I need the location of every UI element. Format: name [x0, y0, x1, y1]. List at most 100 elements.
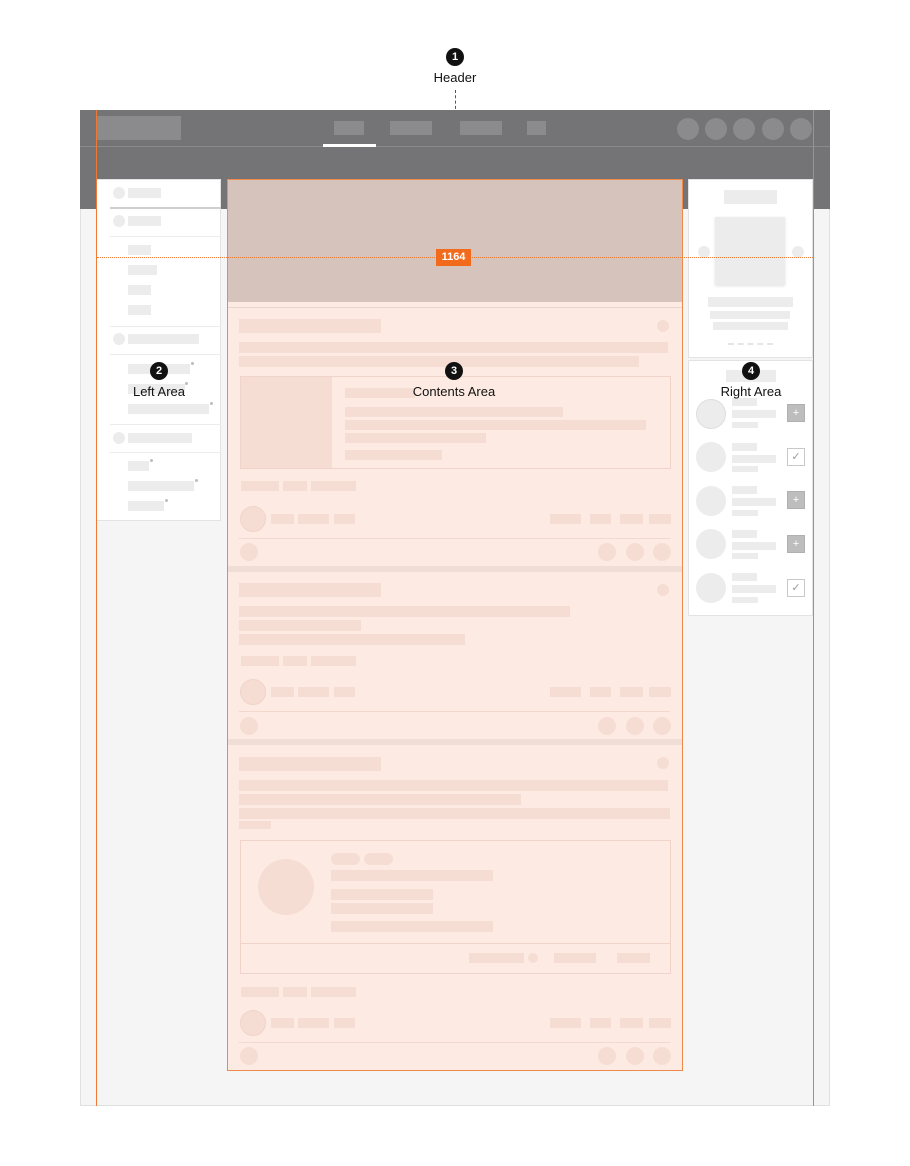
right-profile-image[interactable] [715, 217, 785, 285]
contents-hero-banner [228, 180, 682, 302]
callout-right-area: 4 Right Area [691, 362, 811, 399]
post-link-thumbnail [241, 377, 332, 468]
post-comment-icon[interactable] [598, 717, 616, 735]
post-bookmark-icon[interactable] [653, 1047, 671, 1065]
right-follow-avatar[interactable] [696, 573, 726, 603]
left-menu-icon-1 [113, 187, 125, 199]
post-author-avatar[interactable] [240, 506, 266, 532]
left-sub-item[interactable] [128, 285, 151, 295]
post-tag[interactable] [283, 987, 307, 997]
callout-number: 2 [150, 362, 168, 380]
right-follow-name [732, 486, 757, 494]
post-reaction-icon[interactable] [240, 1047, 258, 1065]
left-menu-item-1[interactable] [128, 188, 161, 198]
post-tag[interactable] [311, 481, 356, 491]
header-nav-item-3[interactable] [460, 121, 502, 135]
post-text-line [239, 808, 670, 819]
left-sub-item[interactable] [128, 461, 149, 471]
header-icon-4[interactable] [762, 118, 784, 140]
post-tag[interactable] [283, 481, 307, 491]
header-nav-item-2[interactable] [390, 121, 432, 135]
left-sub-item[interactable] [128, 245, 151, 255]
left-area-divider [110, 326, 221, 327]
post-author-avatar[interactable] [240, 679, 266, 705]
post-tag[interactable] [241, 481, 279, 491]
left-menu-item-3[interactable] [128, 334, 199, 344]
left-menu-icon-2 [113, 215, 125, 227]
post-comment-icon[interactable] [598, 1047, 616, 1065]
left-sub-item[interactable] [128, 501, 164, 511]
post-gap [228, 566, 682, 572]
left-menu-item-2[interactable] [128, 216, 161, 226]
left-sub-item[interactable] [128, 404, 209, 414]
post-more-icon[interactable] [657, 757, 669, 769]
right-follow-desc [732, 597, 758, 603]
right-follow-desc [732, 466, 758, 472]
left-area-divider [110, 236, 221, 237]
post-meta [298, 687, 329, 697]
right-follow-add-button[interactable]: + [787, 535, 805, 553]
callout-header: 1 Header [395, 48, 515, 85]
post-text-line [239, 780, 668, 791]
post-author-name [271, 687, 294, 697]
post-more-icon[interactable] [657, 584, 669, 596]
post-text-line [239, 606, 570, 617]
header-nav-item-1[interactable] [334, 121, 364, 135]
post-more-icon[interactable] [657, 320, 669, 332]
left-sub-item[interactable] [128, 265, 157, 275]
header-icon-1[interactable] [677, 118, 699, 140]
right-follow-avatar[interactable] [696, 529, 726, 559]
width-dimension-badge: 1164 [436, 249, 471, 266]
callout-label: Header [433, 70, 477, 85]
post-bookmark-icon[interactable] [653, 717, 671, 735]
post-bookmark-icon[interactable] [653, 543, 671, 561]
callout-label: Right Area [720, 384, 782, 399]
post-share-icon[interactable] [626, 717, 644, 735]
post-share-icon[interactable] [626, 543, 644, 561]
post-meta [334, 1018, 355, 1028]
post-embed-chip[interactable] [331, 853, 360, 865]
post-tag[interactable] [241, 656, 279, 666]
post-embed-meta [617, 953, 650, 963]
header-icon-5[interactable] [790, 118, 812, 140]
right-profile-title [724, 190, 777, 204]
right-follow-desc [732, 498, 776, 506]
right-profile-text [708, 297, 793, 307]
post-tag[interactable] [283, 656, 307, 666]
callout-number: 3 [445, 362, 463, 380]
left-notification-dot [210, 402, 213, 405]
post-embed-text [331, 870, 493, 881]
right-follow-added-button[interactable]: ✓ [787, 448, 805, 466]
post-separator [228, 307, 682, 308]
left-area-divider [110, 452, 221, 453]
right-follow-added-button[interactable]: ✓ [787, 579, 805, 597]
post-tag[interactable] [311, 656, 356, 666]
post-text-line [239, 342, 668, 353]
callout-number: 4 [742, 362, 760, 380]
post-gap [228, 739, 682, 745]
post-tag[interactable] [311, 987, 356, 997]
post-tag[interactable] [241, 987, 279, 997]
post-reaction-icon[interactable] [240, 543, 258, 561]
header-icon-2[interactable] [705, 118, 727, 140]
left-menu-item-4[interactable] [128, 433, 192, 443]
left-menu-icon-3 [113, 333, 125, 345]
header-nav-item-4[interactable] [527, 121, 546, 135]
right-follow-avatar[interactable] [696, 442, 726, 472]
post-share-icon[interactable] [626, 1047, 644, 1065]
header-icon-3[interactable] [733, 118, 755, 140]
right-follow-desc [732, 410, 776, 418]
left-sub-item[interactable] [128, 481, 194, 491]
post-comment-icon[interactable] [598, 543, 616, 561]
right-follow-desc [732, 510, 758, 516]
callout-contents-area: 3 Contents Area [394, 362, 514, 399]
right-follow-add-button[interactable]: + [787, 491, 805, 509]
left-sub-item[interactable] [128, 305, 151, 315]
callout-label: Left Area [132, 384, 186, 399]
post-embed-chip[interactable] [364, 853, 393, 865]
right-follow-avatar[interactable] [696, 486, 726, 516]
right-follow-add-button[interactable]: + [787, 404, 805, 422]
post-reaction-icon[interactable] [240, 717, 258, 735]
post-author-avatar[interactable] [240, 1010, 266, 1036]
right-follow-avatar[interactable] [696, 399, 726, 429]
